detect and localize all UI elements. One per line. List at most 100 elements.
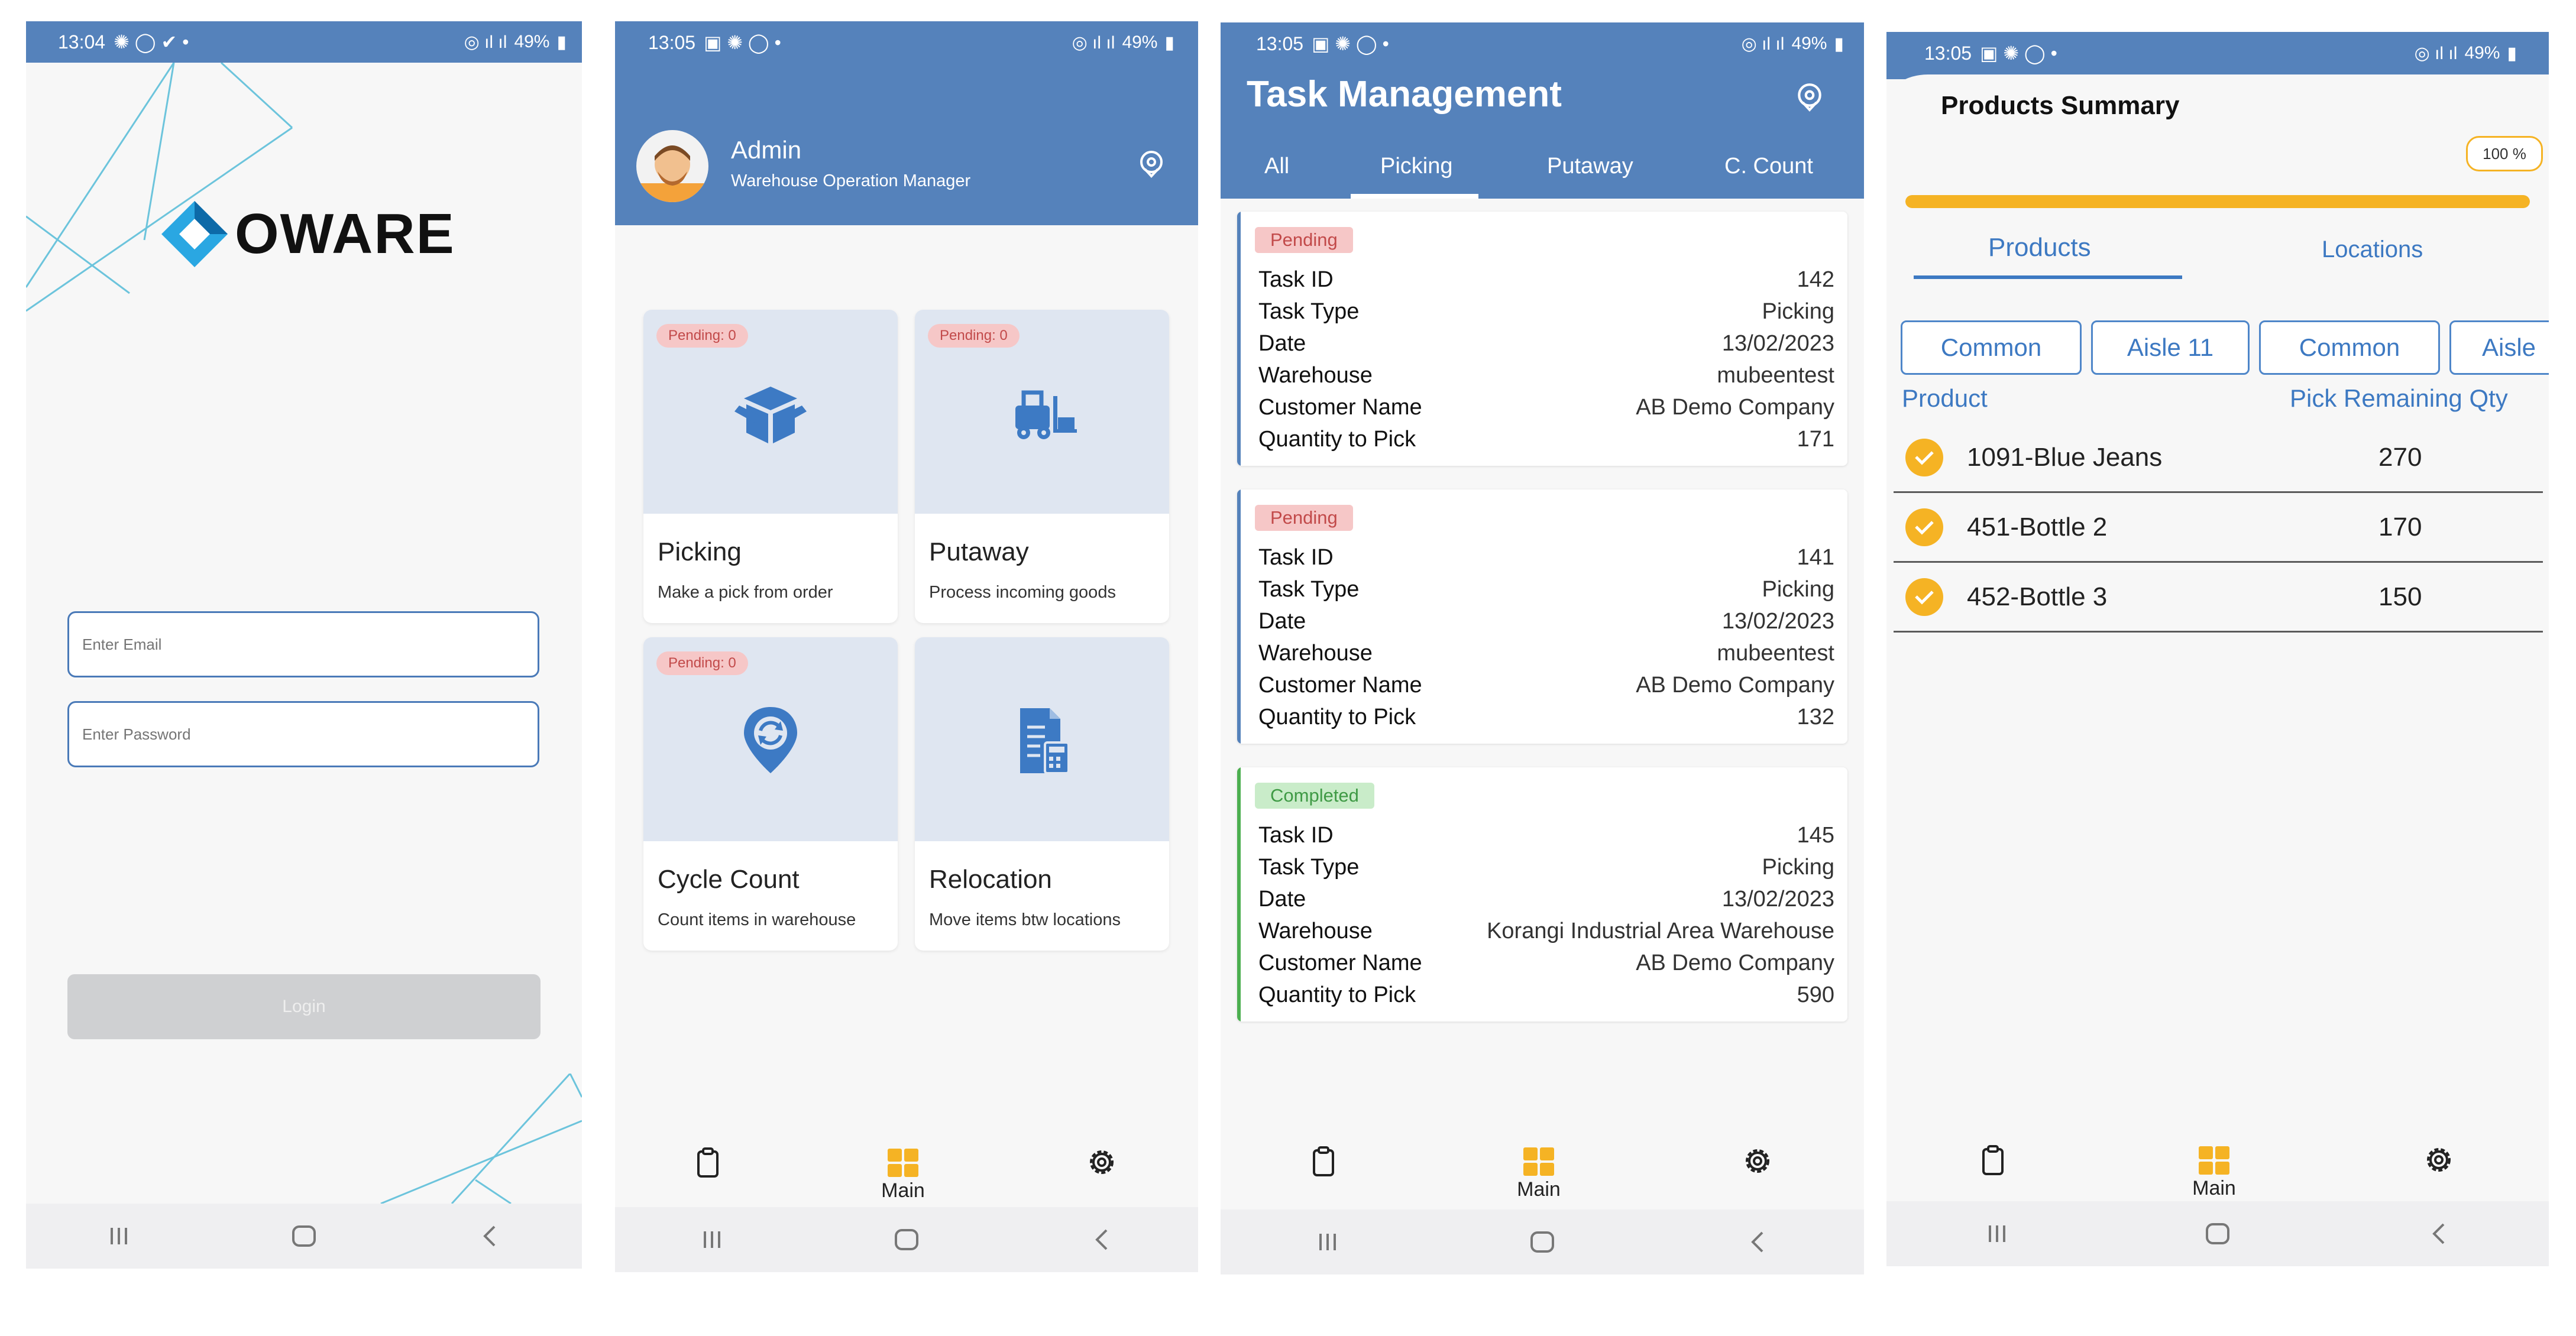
back-button[interactable] <box>1077 1222 1125 1257</box>
bottom-tab-bar: Main <box>1886 1135 2549 1200</box>
user-name: Admin <box>731 136 802 164</box>
document-calculator-icon <box>1020 708 1070 774</box>
task-type-row: Task Type Picking <box>1258 577 1834 602</box>
battery-icon: ▮ <box>556 32 567 52</box>
card-cycle-count[interactable]: Pending: 0 Cycle Count Count items in wa… <box>643 637 898 951</box>
product-row[interactable]: 451-Bottle 2 170 <box>1894 493 2543 563</box>
clipboard-icon <box>697 1147 719 1178</box>
product-row[interactable]: 1091-Blue Jeans 270 <box>1894 423 2543 493</box>
card-relocation[interactable]: Relocation Move items btw locations <box>915 637 1169 951</box>
label: Date <box>1258 887 1306 912</box>
password-field[interactable] <box>67 701 539 767</box>
tab-settings[interactable] <box>1741 1142 1774 1201</box>
location-pin-icon[interactable] <box>1137 149 1166 179</box>
logo: OWARE <box>159 199 455 270</box>
filter-chip[interactable]: Aisle 11 <box>2091 320 2250 375</box>
task-id-row: Task ID 141 <box>1258 545 1834 570</box>
tab-products[interactable]: Products <box>1988 233 2091 262</box>
battery-icon: ▮ <box>2507 43 2517 63</box>
tab-cycle-count[interactable]: C. Count <box>1724 154 1813 179</box>
card-title: Cycle Count <box>658 865 800 894</box>
battery-level: 49% <box>1122 33 1158 52</box>
avatar[interactable] <box>636 130 708 202</box>
chip-label: Common <box>1940 333 2042 361</box>
value: 132 <box>1797 705 1834 729</box>
tab-main[interactable]: Main <box>881 1143 925 1202</box>
label: Task Type <box>1258 299 1360 324</box>
system-nav-bar <box>1886 1201 2549 1266</box>
page-title: Task Management <box>1247 74 1562 115</box>
label: Task ID <box>1258 545 1334 570</box>
tab-tasks[interactable] <box>1310 1142 1336 1201</box>
grid-icon <box>2198 1146 2229 1175</box>
card-picking[interactable]: Pending: 0 Picking Make a pick from orde… <box>643 310 898 623</box>
tab-tasks[interactable] <box>695 1143 721 1202</box>
grid-icon <box>887 1149 918 1177</box>
login-button[interactable]: Login <box>67 974 541 1039</box>
tab-putaway[interactable]: Putaway <box>1547 154 1633 179</box>
email-field[interactable] <box>67 611 539 677</box>
tab-tasks[interactable] <box>1980 1141 2006 1200</box>
back-button[interactable] <box>1733 1224 1781 1260</box>
recents-button[interactable] <box>1304 1224 1351 1260</box>
tab-locations[interactable]: Locations <box>2322 236 2423 263</box>
label: Date <box>1258 331 1306 356</box>
value: AB Demo Company <box>1636 395 1834 420</box>
value: 13/02/2023 <box>1721 331 1834 356</box>
label: Warehouse <box>1258 363 1373 388</box>
home-button[interactable] <box>883 1222 930 1257</box>
task-card[interactable]: Completed Task ID 145 Task Type Picking Da… <box>1237 767 1847 1022</box>
value: Picking <box>1762 855 1835 880</box>
home-button[interactable] <box>1519 1224 1566 1260</box>
system-nav-bar <box>1221 1209 1864 1275</box>
filter-chip[interactable]: Common <box>1901 320 2082 375</box>
tab-settings[interactable] <box>2422 1141 2455 1200</box>
label: Customer Name <box>1258 951 1422 975</box>
clipboard-icon <box>1982 1145 2004 1175</box>
task-card[interactable]: Pending Task ID 142 Task Type Picking Date… <box>1237 212 1847 466</box>
tab-main[interactable]: Main <box>1517 1142 1561 1201</box>
location-pin-icon[interactable] <box>1794 82 1825 112</box>
filter-chip[interactable]: Aisle <box>2449 320 2549 375</box>
product-name: 452-Bottle 3 <box>1967 582 2108 611</box>
product-qty: 150 <box>2378 582 2422 611</box>
home-button[interactable] <box>2194 1216 2241 1251</box>
card-subtitle: Process incoming goods <box>929 583 1116 602</box>
label: Task ID <box>1258 267 1334 292</box>
value: Picking <box>1762 577 1835 602</box>
forklift-icon <box>1015 390 1077 439</box>
location-sync-icon <box>744 707 797 773</box>
task-card[interactable]: Pending Task ID 141 Task Type Picking Date… <box>1237 489 1847 744</box>
signal-icon: ◎ ıl ıl <box>2414 43 2458 63</box>
status-icons: ▣ ✺ ◯ • <box>1980 43 2057 64</box>
battery-icon: ▮ <box>1834 34 1844 54</box>
value: 13/02/2023 <box>1721 609 1834 634</box>
filter-chip[interactable]: Common <box>2259 320 2440 375</box>
recents-button[interactable] <box>1973 1216 2021 1251</box>
recents-button[interactable] <box>688 1222 736 1257</box>
progress-label: 100 % <box>2466 136 2543 171</box>
chip-label: Aisle 11 <box>2127 333 2214 361</box>
tab-settings[interactable] <box>1085 1143 1118 1202</box>
back-button[interactable] <box>2415 1216 2462 1251</box>
home-button[interactable] <box>280 1218 328 1254</box>
value: mubeentest <box>1717 641 1834 666</box>
checkmark-icon <box>1905 578 1943 616</box>
signal-icon: ◎ ıl ıl <box>464 32 507 52</box>
product-row[interactable]: 452-Bottle 3 150 <box>1894 563 2543 633</box>
tab-active-indicator <box>1351 194 1478 199</box>
label: Warehouse <box>1258 641 1373 666</box>
status-time: 13:04 <box>58 31 106 53</box>
tab-active-indicator <box>1914 275 2182 279</box>
customer-row: Customer Name AB Demo Company <box>1258 395 1834 420</box>
gear-icon <box>1089 1150 1114 1174</box>
back-button[interactable] <box>465 1218 513 1254</box>
tab-all[interactable]: All <box>1264 154 1289 179</box>
tab-picking[interactable]: Picking <box>1380 154 1453 179</box>
card-putaway[interactable]: Pending: 0 Putaway Process incoming good… <box>915 310 1169 623</box>
tab-main[interactable]: Main <box>2192 1141 2236 1200</box>
recents-button[interactable] <box>95 1218 143 1254</box>
column-header-qty: Pick Remaining Qty <box>2290 384 2508 412</box>
warehouse-row: Warehouse Korangi Industrial Area Warehou… <box>1258 919 1834 944</box>
task-id-row: Task ID 145 <box>1258 823 1834 848</box>
